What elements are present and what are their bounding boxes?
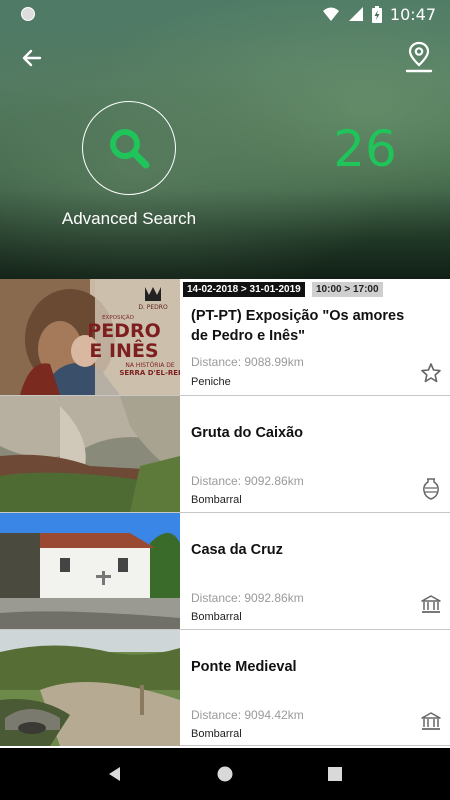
star-icon (421, 363, 441, 383)
clock: 10:47 (389, 4, 436, 24)
category-badge (420, 710, 442, 732)
arrow-left-icon (22, 49, 42, 67)
nav-home-icon (217, 766, 233, 782)
wifi-icon (322, 7, 339, 21)
item-location: Bombarral (191, 611, 242, 623)
list-item[interactable]: Ponte Medieval Distance: 9094.42km Bomba… (0, 630, 450, 746)
poster-sub-line2: SERRA D'EL-REI (119, 369, 180, 377)
nav-recents-icon (328, 767, 342, 781)
poster-title-line1: PEDRO (87, 320, 160, 342)
item-title: Ponte Medieval (191, 659, 297, 675)
location-photo (0, 513, 180, 629)
nav-back-icon (109, 767, 120, 781)
category-badge (420, 593, 442, 615)
event-poster-image: D. PEDRO EXPOSIÇÃO PEDRO E INÊS NA HISTÓ… (0, 279, 180, 395)
poster-sub-line1: NA HISTÓRIA DE (125, 362, 175, 369)
advanced-search-label[interactable]: Advanced Search (40, 209, 218, 229)
nav-home-button[interactable] (213, 762, 237, 786)
museum-icon (421, 595, 441, 613)
status-bar: 10:47 (0, 0, 450, 28)
search-icon (110, 129, 150, 169)
nav-recents-button[interactable] (323, 762, 347, 786)
item-location: Peniche (191, 376, 231, 388)
item-distance: Distance: 9094.42km (191, 708, 304, 722)
item-distance: Distance: 9092.86km (191, 474, 304, 488)
category-badge (420, 477, 442, 500)
advanced-search-button[interactable] (82, 101, 176, 195)
signal-icon (348, 7, 363, 21)
search-header: Advanced Search 26 (0, 0, 450, 279)
item-location: Bombarral (191, 494, 242, 506)
time-range-badge: 10:00 > 17:00 (312, 282, 383, 297)
list-item[interactable]: Gruta do Caixão Distance: 9092.86km Bomb… (0, 396, 450, 513)
notification-dot-icon (21, 7, 35, 21)
battery-charging-icon (371, 5, 382, 23)
item-title: Casa da Cruz (191, 542, 283, 558)
result-count: 26 (333, 120, 397, 178)
museum-icon (421, 712, 441, 730)
results-list: D. PEDRO EXPOSIÇÃO PEDRO E INÊS NA HISTÓ… (0, 279, 450, 746)
favorite-button[interactable] (420, 362, 442, 384)
item-distance: Distance: 9088.99km (191, 355, 304, 369)
poster-title-line2: E INÊS (89, 339, 158, 362)
location-photo (0, 630, 180, 746)
location-photo (0, 396, 180, 512)
item-distance: Distance: 9092.86km (191, 591, 304, 605)
map-pin-icon (405, 41, 433, 73)
map-view-button[interactable] (404, 40, 434, 74)
list-item[interactable]: Casa da Cruz Distance: 9092.86km Bombarr… (0, 513, 450, 630)
item-title: Gruta do Caixão (191, 425, 303, 441)
item-location: Bombarral (191, 728, 242, 740)
back-button[interactable] (18, 44, 46, 72)
item-title: (PT-PT) Exposição "Os amores de Pedro e … (191, 308, 405, 344)
amphora-icon (423, 478, 439, 500)
list-item[interactable]: D. PEDRO EXPOSIÇÃO PEDRO E INÊS NA HISTÓ… (0, 279, 450, 396)
nav-back-button[interactable] (103, 762, 127, 786)
system-nav-bar (0, 748, 450, 800)
date-range-badge: 14-02-2018 > 31-01-2019 (183, 282, 305, 297)
svg-text:D. PEDRO: D. PEDRO (138, 304, 168, 311)
